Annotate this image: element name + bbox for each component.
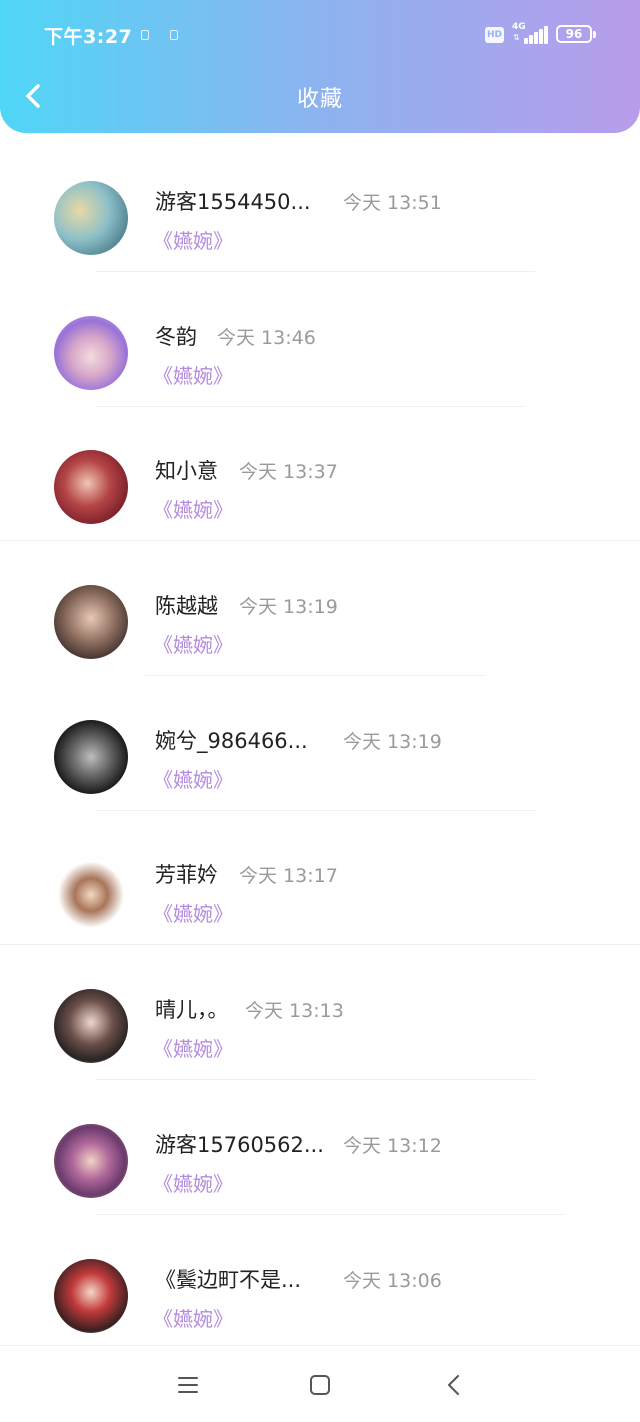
divider [95,809,535,811]
favorite-time: 今天 13:12 [343,1134,442,1157]
notification-icon [141,30,149,40]
divider [95,1079,535,1081]
work-title[interactable]: 《嬿婉》 [153,225,233,254]
menu-icon [178,1377,198,1393]
user-name: 冬韵 [155,324,197,349]
avatar [54,585,128,660]
avatar [54,315,128,390]
list-item[interactable]: 游客1554450... 今天 13:51 《嬿婉》 [0,148,640,283]
work-title[interactable]: 《嬿婉》 [153,1168,233,1197]
favorite-time: 今天 13:13 [245,1000,344,1023]
list-item[interactable]: 游客15760562... 今天 13:12 《嬿婉》 [0,1091,640,1226]
list-item[interactable]: 知小意 今天 13:37 《嬿婉》 [0,417,640,552]
system-back-button[interactable] [440,1371,468,1399]
favorites-list: 游客1554450... 今天 13:51 《嬿婉》 冬韵 今天 13:46 《… [0,148,640,1360]
user-name: 游客15760562... [155,1132,324,1157]
list-item[interactable]: 陈越越 今天 13:19 《嬿婉》 [0,552,640,687]
back-triangle-icon [448,1375,459,1395]
system-nav-bar [0,1345,640,1422]
home-square-icon [310,1375,330,1395]
data-arrows-icon: ⇅ [513,33,520,42]
favorite-time: 今天 13:37 [239,461,338,484]
user-name: 晴儿，。 [155,998,229,1023]
divider [145,675,485,677]
status-time: 下午3:27 [44,26,133,48]
notification-icon [170,30,178,40]
list-item[interactable]: 婉兮_986466... 今天 13:19 《嬿婉》 [0,687,640,822]
list-item[interactable]: 《鬓边町不是... 今天 13:06 《嬿婉》 [0,1226,640,1361]
divider [0,540,640,542]
app-header: 下午3:27 HD 4G ⇅ 96 收藏 [0,0,640,133]
signal-icon [524,26,548,44]
divider [95,271,535,272]
avatar [54,1258,128,1333]
work-title[interactable]: 《嬿婉》 [153,764,233,793]
work-title[interactable]: 《嬿婉》 [153,898,233,927]
work-title[interactable]: 《嬿婉》 [153,360,233,389]
divider [95,405,525,407]
user-name: 知小意 [155,459,218,484]
list-item[interactable]: 冬韵 今天 13:46 《嬿婉》 [0,283,640,418]
favorite-time: 今天 13:06 [343,1269,442,1292]
favorite-time: 今天 13:17 [239,865,338,888]
avatar [54,181,128,255]
list-item[interactable]: 晴儿，。 今天 13:13 《嬿婉》 [0,956,640,1091]
divider [95,1213,565,1215]
avatar [54,854,128,929]
menu-button[interactable] [174,1371,202,1399]
favorite-time: 今天 13:51 [343,192,442,214]
user-name: 游客1554450... [155,190,311,214]
user-name: 《鬓边町不是... [155,1267,302,1292]
user-name: 陈越越 [155,594,218,619]
favorite-time: 今天 13:19 [239,596,338,619]
user-name: 婉兮_986466... [155,728,308,753]
avatar [54,1123,128,1198]
favorite-time: 今天 13:46 [217,326,316,349]
work-title[interactable]: 《嬿婉》 [153,494,233,523]
user-name: 芳菲妗 [155,863,218,888]
status-bar: 下午3:27 HD 4G ⇅ 96 [0,0,640,70]
hd-badge: HD [485,27,504,43]
battery-icon: 96 [556,25,592,43]
work-title[interactable]: 《嬿婉》 [153,1033,233,1062]
work-title[interactable]: 《嬿婉》 [153,629,233,658]
list-item[interactable]: 芳菲妗 今天 13:17 《嬿婉》 [0,821,640,956]
avatar [54,719,128,794]
home-button[interactable] [306,1371,334,1399]
page-title: 收藏 [296,87,343,112]
avatar [54,989,128,1064]
divider [0,944,640,946]
avatar [54,450,128,525]
work-title[interactable]: 《嬿婉》 [153,1303,233,1332]
battery-tip [593,31,596,38]
favorite-time: 今天 13:19 [343,730,442,753]
